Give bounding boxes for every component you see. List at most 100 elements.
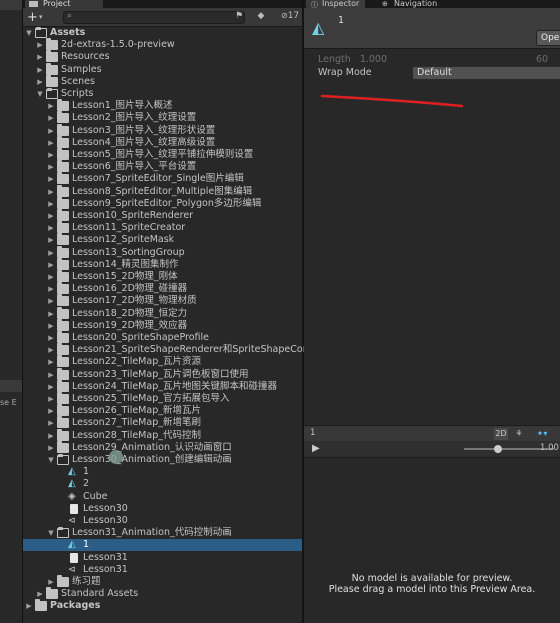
tree-item[interactable]: ▶ Lesson4_图片导入_纹理高级设置 xyxy=(23,135,302,149)
expand-arrow-closed-icon[interactable]: ▶ xyxy=(47,332,55,344)
tree-item[interactable]: ⊲ Lesson30 xyxy=(23,515,302,527)
tree-item[interactable]: ▶ Lesson15_2D物理_刚体 xyxy=(23,270,302,283)
tree-item[interactable]: ▶ Lesson20_SpriteShapeProfile xyxy=(23,331,302,344)
open-button[interactable]: Ope xyxy=(536,30,560,46)
tab-inspector[interactable]: ⓘ Inspector xyxy=(306,0,366,9)
preview-timeline[interactable]: 1 2D ⚘ ✦▾ xyxy=(304,425,560,442)
tree-item[interactable]: ▶ Lesson6_图片导入_平台设置 xyxy=(23,160,302,173)
filter-by-type-icon[interactable]: ⚑ xyxy=(233,11,245,22)
expand-arrow-closed-icon[interactable]: ▶ xyxy=(47,259,55,271)
expand-arrow-closed-icon[interactable]: ▶ xyxy=(47,234,55,246)
expand-arrow-closed-icon[interactable]: ▶ xyxy=(47,405,55,417)
tree-item[interactable]: ▶ 2d-extras-1.5.0-preview xyxy=(23,38,302,51)
tree-item[interactable]: ⊲ Lesson31 xyxy=(23,564,302,576)
expand-arrow-closed-icon[interactable]: ▶ xyxy=(47,271,55,283)
expand-arrow-open-icon[interactable]: ▼ xyxy=(47,527,55,539)
tree-item[interactable]: ▶ Lesson12_SpriteMask xyxy=(23,233,302,246)
tree-item[interactable]: ▶ Lesson23_TileMap_瓦片调色板窗口使用 xyxy=(23,367,302,381)
tree-item[interactable]: ◭ 1 xyxy=(23,466,302,478)
expand-arrow-closed-icon[interactable]: ▶ xyxy=(36,588,44,600)
expand-arrow-closed-icon[interactable]: ▶ xyxy=(47,381,55,393)
tree-item[interactable]: ▼ Scripts xyxy=(23,88,302,100)
expand-arrow-closed-icon[interactable]: ▶ xyxy=(36,64,44,76)
tree-item[interactable]: ◭ 1 xyxy=(23,539,302,552)
expand-arrow-closed-icon[interactable]: ▶ xyxy=(47,161,55,173)
speed-slider-thumb[interactable] xyxy=(494,445,502,453)
tree-item[interactable]: ▼ Lesson31_Animation_代码控制动画 xyxy=(23,527,302,539)
tree-item[interactable]: Lesson30 xyxy=(23,503,302,515)
tab-navigation[interactable]: ⊕ Navigation xyxy=(380,0,437,8)
pivot-icon[interactable]: ⚘ xyxy=(512,428,526,440)
tree-item[interactable]: ▶ Lesson11_SpriteCreator xyxy=(23,221,302,234)
expand-arrow-closed-icon[interactable]: ▶ xyxy=(47,393,55,405)
expand-arrow-open-icon[interactable]: ▼ xyxy=(47,454,55,466)
add-button[interactable]: + xyxy=(27,10,38,25)
tree-item[interactable]: ▶ 练习题 xyxy=(23,575,302,588)
tree-item[interactable]: ▶ Lesson13_SortingGroup xyxy=(23,245,302,259)
tree-item[interactable]: ▶ Lesson26_TileMap_新增瓦片 xyxy=(23,404,302,417)
tree-item[interactable]: ▶ Lesson24_TileMap_瓦片地图关键脚本和碰撞器 xyxy=(23,379,302,393)
tree-item[interactable]: ▶ Samples xyxy=(23,62,302,76)
tree-item[interactable]: ▶ Lesson10_SpriteRenderer xyxy=(23,209,302,222)
tree-item[interactable]: ▶ Lesson1_图片导入概述 xyxy=(23,99,302,112)
tree-item[interactable]: ▶ Lesson17_2D物理_物理材质 xyxy=(23,294,302,307)
expand-arrow-closed-icon[interactable]: ▶ xyxy=(47,295,55,307)
expand-arrow-closed-icon[interactable]: ▶ xyxy=(36,39,44,51)
tree-item[interactable]: ▶ Lesson9_SpriteEditor_Polygon多边形编辑 xyxy=(23,196,302,210)
tree-item[interactable]: Lesson31 xyxy=(23,552,302,564)
expand-arrow-closed-icon[interactable]: ▶ xyxy=(36,51,44,63)
expand-arrow-closed-icon[interactable]: ▶ xyxy=(47,576,55,588)
btn-2d[interactable]: 2D xyxy=(494,428,508,440)
tree-item[interactable]: ▶ Lesson22_TileMap_瓦片资源 xyxy=(23,355,302,368)
expand-arrow-closed-icon[interactable]: ▶ xyxy=(47,125,55,137)
tree-item[interactable]: ▶ Lesson16_2D物理_碰撞器 xyxy=(23,282,302,295)
expand-arrow-closed-icon[interactable]: ▶ xyxy=(36,76,44,88)
expand-arrow-closed-icon[interactable]: ▶ xyxy=(47,186,55,198)
tree-item[interactable]: ▶ Packages xyxy=(23,599,302,612)
tree-item[interactable]: ▶ Lesson21_SpriteShapeRenderer和SpriteShap… xyxy=(23,343,325,356)
tree-item[interactable]: ▶ Lesson25_TileMap_官方拓展包导入 xyxy=(23,392,302,405)
tree-item[interactable]: ▶ Lesson8_SpriteEditor_Multiple图集编辑 xyxy=(23,184,302,198)
expand-arrow-closed-icon[interactable]: ▶ xyxy=(47,210,55,222)
hidden-packages-count[interactable]: ⊘17 xyxy=(281,11,299,21)
tree-item[interactable]: ▶ Resources xyxy=(23,50,302,63)
tree-item[interactable]: ◈ Cube xyxy=(23,491,302,503)
tree-item[interactable]: ▶ Lesson2_图片导入_纹理设置 xyxy=(23,111,302,124)
expand-arrow-closed-icon[interactable]: ▶ xyxy=(47,430,55,442)
expand-arrow-closed-icon[interactable]: ▶ xyxy=(47,344,55,356)
tree-item[interactable]: ▶ Lesson29_Animation_认识动画窗口 xyxy=(23,440,302,454)
expand-arrow-closed-icon[interactable]: ▶ xyxy=(47,100,55,112)
wrap-mode-dropdown[interactable]: Default xyxy=(412,66,560,80)
expand-arrow-closed-icon[interactable]: ▶ xyxy=(47,442,55,454)
expand-arrow-closed-icon[interactable]: ▶ xyxy=(47,198,55,210)
filter-by-label-icon[interactable]: ◆ xyxy=(255,11,267,22)
tree-item[interactable]: ▶ Lesson18_2D物理_恒定力 xyxy=(23,306,302,320)
expand-arrow-closed-icon[interactable]: ▶ xyxy=(47,320,55,332)
tree-item[interactable]: ▶ Lesson19_2D物理_效应器 xyxy=(23,318,302,332)
tree-item[interactable]: ▶ Standard Assets xyxy=(23,587,302,600)
expand-arrow-closed-icon[interactable]: ▶ xyxy=(25,600,33,612)
tree-item[interactable]: ▶ Lesson28_TileMap_代码控制 xyxy=(23,428,302,442)
search-input[interactable]: ⌕ xyxy=(63,11,245,24)
avatar-body-icon[interactable]: ✦▾ xyxy=(532,428,552,440)
expand-arrow-closed-icon[interactable]: ▶ xyxy=(47,417,55,429)
tree-item[interactable]: ▶ Lesson27_TileMap_新增笔刷 xyxy=(23,416,302,429)
tree-item[interactable]: ▼ Lesson30_Animation_创建编辑动画 xyxy=(23,454,302,466)
tab-project[interactable]: Project xyxy=(25,0,103,8)
expand-arrow-open-icon[interactable]: ▼ xyxy=(36,88,44,100)
expand-arrow-closed-icon[interactable]: ▶ xyxy=(47,173,55,185)
tree-item[interactable]: ▶ Lesson3_图片导入_纹理形状设置 xyxy=(23,123,302,137)
expand-arrow-closed-icon[interactable]: ▶ xyxy=(47,308,55,320)
tree-item[interactable]: ◭ 2 xyxy=(23,478,302,490)
expand-arrow-closed-icon[interactable]: ▶ xyxy=(47,149,55,161)
expand-arrow-closed-icon[interactable]: ▶ xyxy=(47,222,55,234)
tree-item[interactable]: ▼ Assets xyxy=(23,27,302,39)
expand-arrow-closed-icon[interactable]: ▶ xyxy=(47,356,55,368)
expand-arrow-closed-icon[interactable]: ▶ xyxy=(47,283,55,295)
expand-arrow-closed-icon[interactable]: ▶ xyxy=(47,112,55,124)
expand-arrow-closed-icon[interactable]: ▶ xyxy=(47,247,55,259)
tree-item[interactable]: ▶ Scenes xyxy=(23,74,302,88)
chevron-down-icon[interactable]: ▾ xyxy=(39,13,43,21)
play-icon[interactable]: ▶ xyxy=(312,443,320,454)
expand-arrow-open-icon[interactable]: ▼ xyxy=(25,27,33,39)
